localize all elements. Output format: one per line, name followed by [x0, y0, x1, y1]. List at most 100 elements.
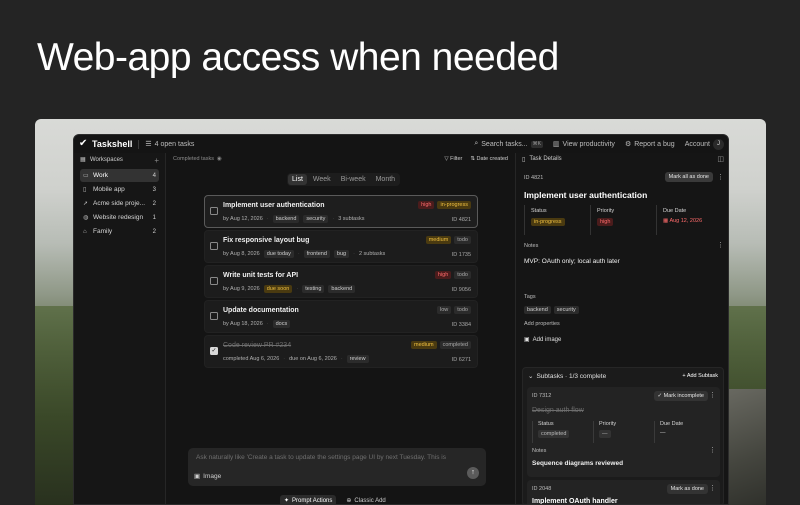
top-bar: ✔ Taskshell ☰ 4 open tasks ⌕ Search task… [74, 135, 728, 153]
due-date-field[interactable]: Due Date — [654, 421, 715, 443]
status-field[interactable]: Status completed [532, 421, 593, 443]
sidebar-item-count: 4 [152, 172, 156, 179]
task-composer[interactable]: Ask naturally like 'Create a task to upd… [188, 448, 486, 486]
tag-pill[interactable]: security [553, 306, 579, 314]
task-row[interactable]: Implement user authentication by Aug 12,… [204, 195, 478, 228]
image-icon: ▣ [194, 473, 201, 480]
tab-bi-week[interactable]: Bi-week [337, 174, 370, 185]
sidebar-item-count: 1 [152, 214, 156, 221]
notes-text: Sequence diagrams reviewed [532, 460, 624, 467]
completed-tasks-toggle[interactable]: Completed tasks [173, 156, 214, 162]
add-workspace-icon[interactable]: + [154, 156, 159, 165]
due-date-text: Aug 12, 2026 [669, 218, 703, 224]
productivity-label: View productivity [562, 140, 615, 148]
add-properties-link[interactable]: Add properties [524, 321, 560, 327]
sparkle-icon: ✦ [284, 498, 290, 504]
add-subtask-button[interactable]: + Add Subtask [682, 373, 718, 379]
prompt-actions-button[interactable]: ✦ Prompt Actions [280, 495, 337, 504]
sort-button[interactable]: ⇅ Date created [470, 156, 508, 162]
task-checkbox[interactable]: ✓ [210, 347, 218, 355]
checkmark-logo-icon: ✔ [79, 138, 88, 149]
classic-add-button[interactable]: ⊕ Classic Add [342, 495, 389, 505]
status-field[interactable]: Status in-progress [524, 205, 590, 235]
sidebar-item-label: Work [93, 172, 109, 179]
task-checkbox[interactable] [210, 207, 218, 215]
mark-all-done-button[interactable]: Mark all as done [664, 172, 713, 182]
tag-pill[interactable]: backend [524, 306, 551, 314]
app-name: Taskshell [92, 139, 133, 149]
task-title: Implement user authentication [223, 202, 325, 209]
task-row[interactable]: Update documentation by Aug 18, 2026 · d… [204, 300, 478, 333]
task-row[interactable]: Write unit tests for API by Aug 9, 2026 … [204, 265, 478, 298]
workspaces-heading: Workspaces [90, 157, 123, 163]
status-badge: todo [454, 306, 471, 314]
priority-field[interactable]: Priority — [593, 421, 654, 443]
details-id: ID 4821 [524, 175, 544, 181]
more-icon[interactable]: ⋮ [709, 391, 716, 399]
sidebar-item-work[interactable]: ▭ Work 4 [80, 169, 159, 182]
subtask-id: ID 2048 [532, 486, 552, 492]
sidebar-item-website-redesign[interactable]: ◍ Website redesign 1 [80, 211, 159, 224]
chart-icon: ▥ [552, 141, 560, 148]
more-icon[interactable]: ⋮ [709, 484, 716, 492]
grid-icon: ▦ [80, 157, 86, 163]
field-label: Priority [597, 208, 615, 214]
sidebar-item-label: Mobile app [93, 186, 125, 193]
status-value: in-progress [531, 218, 565, 226]
composer-input[interactable]: Ask naturally like 'Create a task to upd… [196, 454, 466, 461]
priority-badge: high [434, 271, 452, 279]
details-title: Implement user authentication [524, 190, 648, 200]
open-tasks-indicator[interactable]: ☰ 4 open tasks [145, 140, 194, 149]
mark-as-done-button[interactable]: Mark as done [666, 484, 708, 494]
filter-button[interactable]: ▽ Filter [444, 156, 462, 162]
details-fields: Status in-progress Priority high Due Dat… [524, 205, 722, 235]
task-row[interactable]: Fix responsive layout bug by Aug 8, 2026… [204, 230, 478, 263]
tab-list[interactable]: List [288, 174, 307, 185]
task-checkbox[interactable] [210, 242, 218, 250]
image-icon: ▣ [524, 337, 530, 343]
account-button[interactable]: Account J [685, 138, 724, 150]
mark-incomplete-button[interactable]: ✓ Mark incomplete [653, 391, 708, 401]
notes-more-icon[interactable]: ⋮ [717, 241, 724, 249]
attach-image-button[interactable]: ▣ Image [194, 472, 221, 481]
task-details-panel: ▯ Task Details ◫ ID 4821 Mark all as don… [515, 153, 728, 504]
task-checkbox[interactable] [210, 312, 218, 320]
task-due: by Aug 12, 2026 [223, 216, 263, 222]
subtask-card[interactable]: ID 2048 Mark as done ⋮ Implement OAuth h… [527, 480, 720, 504]
send-icon[interactable]: ↑ [467, 467, 479, 479]
sidebar-item-count: 2 [152, 228, 156, 235]
sidebar-item-label: Family [93, 228, 113, 235]
tab-week[interactable]: Week [309, 174, 335, 185]
task-checkbox[interactable] [210, 277, 218, 285]
sidebar-item-acme[interactable]: ➚ Acme side proje... 2 [80, 197, 159, 210]
sidebar-item-mobile-app[interactable]: ▯ Mobile app 3 [80, 183, 159, 196]
due-badge: due today [263, 250, 294, 258]
sidebar: ▦ Workspaces + ▭ Work 4 ▯ Mobile app 3 ➚… [74, 153, 166, 504]
due-date-field[interactable]: Due Date ▦ Aug 12, 2026 [656, 205, 722, 235]
view-productivity-button[interactable]: ▥ View productivity [552, 140, 615, 149]
mode-label: Prompt Actions [292, 497, 333, 504]
task-row[interactable]: ✓ Code review PR #234 completed Aug 6, 2… [204, 335, 478, 368]
app-brand[interactable]: ✔ Taskshell [79, 138, 133, 150]
subtask-card[interactable]: ID 7312 ✓ Mark incomplete ⋮ Design auth … [527, 387, 720, 477]
notes-text[interactable]: MVP: OAuth only; local auth later [524, 258, 620, 265]
add-image-label: Add image [532, 336, 562, 343]
subtask-id: ID 7312 [532, 393, 552, 399]
status-badge: in-progress [437, 201, 471, 209]
chevron-down-icon[interactable]: ⌄ [528, 372, 533, 380]
more-icon[interactable]: ⋮ [717, 173, 724, 181]
notes-more-icon[interactable]: ⋮ [709, 446, 716, 454]
rocket-icon: ➚ [83, 200, 89, 207]
mark-label: Mark incomplete [663, 393, 704, 399]
tags-label: Tags [524, 294, 536, 300]
tab-month[interactable]: Month [372, 174, 399, 185]
home-icon: ⌂ [83, 228, 87, 235]
add-image-button[interactable]: ▣ Add image [524, 336, 562, 344]
report-bug-button[interactable]: ⚙ Report a bug [625, 140, 675, 149]
eye-icon[interactable]: ◉ [217, 156, 222, 162]
sidebar-item-family[interactable]: ⌂ Family 2 [80, 225, 159, 238]
search-button[interactable]: ⌕ Search tasks... ⌘K [474, 140, 543, 148]
field-label: Due Date [663, 208, 687, 214]
priority-field[interactable]: Priority high [590, 205, 656, 235]
panel-toggle-icon[interactable]: ◫ [717, 155, 724, 163]
